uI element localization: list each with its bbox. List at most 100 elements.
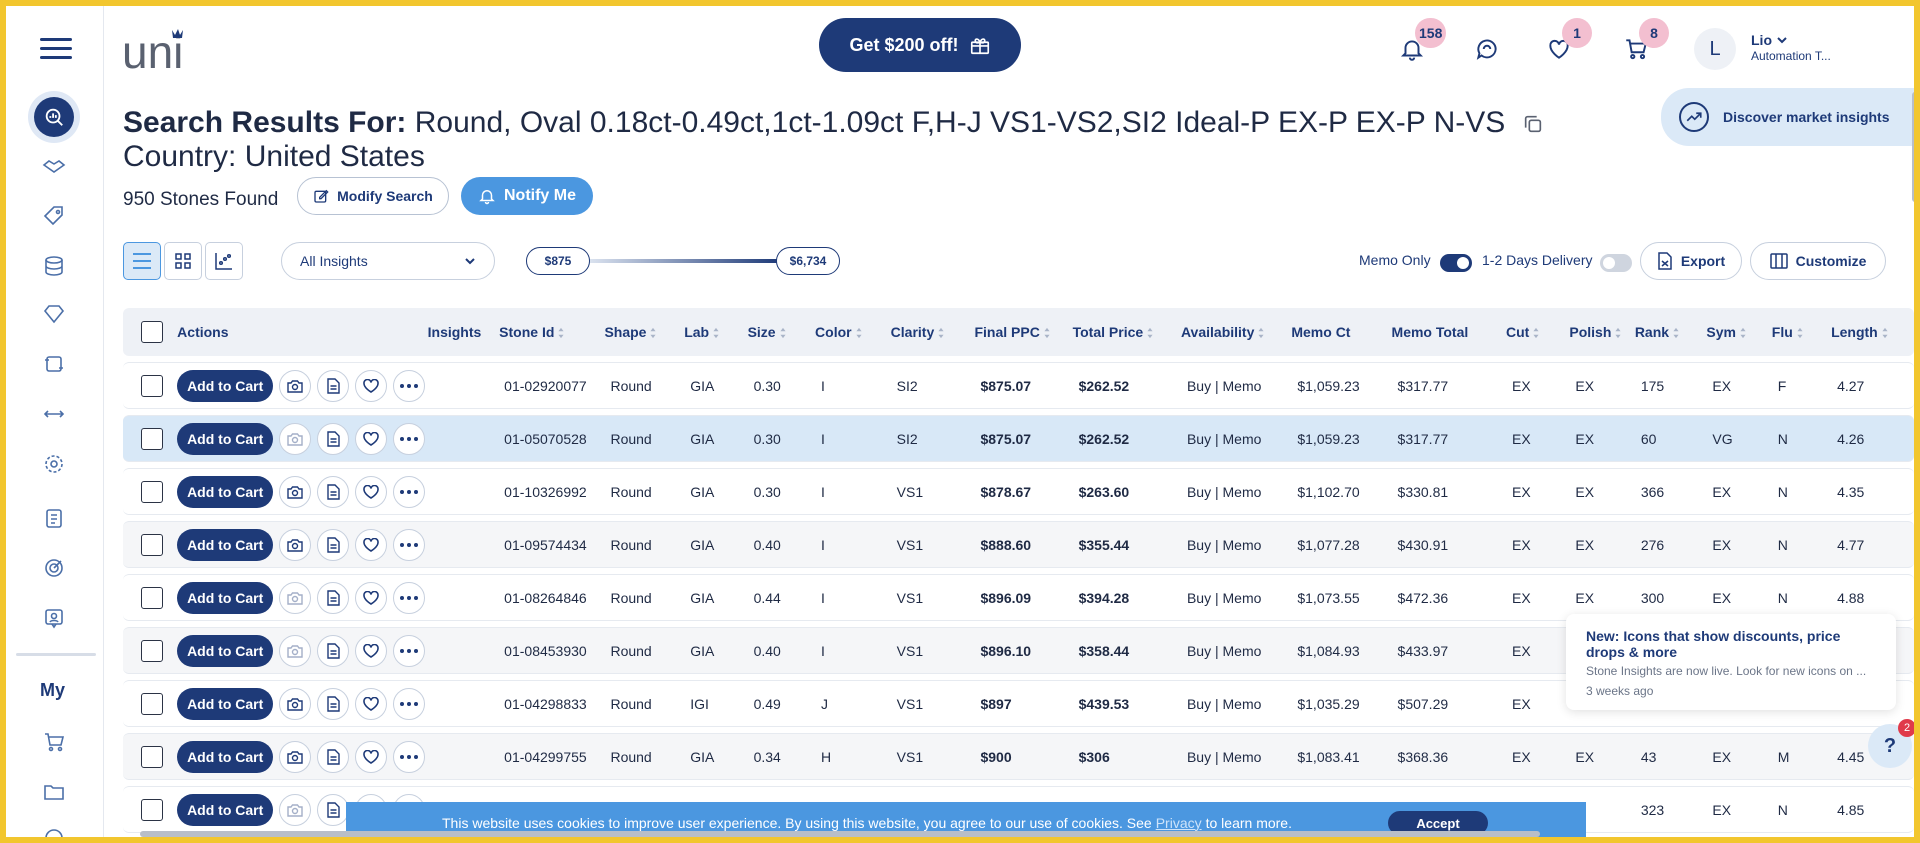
notify-me-button[interactable]: Notify Me [461,177,593,215]
add-to-cart-button[interactable]: Add to Cart [177,369,274,402]
table-row[interactable]: Add to Cart 01-04299755 Round GIA 0.34 H VS1 $9… [123,733,1914,780]
table-row[interactable]: Add to Cart 01-09574434 Round GIA 0.40 I VS1 $8… [123,521,1914,568]
header-size[interactable]: Size [747,308,816,356]
vertical-scrollbar[interactable] [1912,92,1914,202]
wishlist-button[interactable] [355,687,388,720]
wishlist-button[interactable] [355,740,388,773]
cart-icon[interactable] [42,730,66,754]
more-actions-button[interactable] [393,528,426,561]
insights-dropdown[interactable]: All Insights [281,242,495,280]
photo-button[interactable] [279,634,312,667]
diamond-icon[interactable] [42,302,66,326]
row-checkbox[interactable] [141,374,163,397]
target-icon[interactable] [42,556,66,580]
header-availability[interactable]: Availability [1180,308,1292,356]
row-checkbox[interactable] [141,745,163,768]
certificate-button[interactable] [317,634,350,667]
row-checkbox[interactable] [141,639,163,662]
row-checkbox[interactable] [141,533,163,556]
table-row[interactable]: Add to Cart 01-10326992 Round GIA 0.30 I VS1 $8… [123,468,1914,515]
settings-icon[interactable] [42,826,66,837]
header-cut[interactable]: Cut [1506,308,1570,356]
photo-button[interactable] [279,475,312,508]
certificate-button[interactable] [317,369,350,402]
add-to-cart-button[interactable]: Add to Cart [177,687,274,720]
database-icon[interactable] [42,254,66,278]
photo-button[interactable] [279,740,312,773]
settings-icon[interactable] [42,452,66,476]
table-row[interactable]: Add to Cart 01-02920077 Round GIA 0.30 I SI2 $8… [123,362,1914,409]
certificate-button[interactable] [317,422,350,455]
table-row[interactable]: Add to Cart 01-05070528 Round GIA 0.30 I SI2 $8… [123,415,1914,462]
certificate-button[interactable] [317,581,350,614]
more-actions-button[interactable] [393,475,426,508]
header-total-price[interactable]: Total Price [1072,308,1181,356]
price-max-handle[interactable]: $6,734 [776,247,840,275]
photo-button[interactable] [279,581,312,614]
add-to-cart-button[interactable]: Add to Cart [177,740,274,773]
memo-only-toggle[interactable] [1440,254,1472,272]
wishlist-button[interactable] [355,369,388,402]
photo-button[interactable] [279,793,312,826]
certificate-button[interactable] [317,687,350,720]
arrows-horizontal-icon[interactable] [42,402,66,426]
promo-button[interactable]: Get $200 off! [819,18,1021,72]
header-sym[interactable]: Sym [1706,308,1772,356]
certificate-button[interactable] [317,475,350,508]
grid-view-button[interactable] [164,242,202,280]
horizontal-scrollbar[interactable] [140,831,1540,837]
header-polish[interactable]: Polish [1569,308,1635,356]
handshake-icon[interactable] [42,154,66,178]
header-flu[interactable]: Flu [1771,308,1832,356]
header-stone-id[interactable]: Stone Id [499,308,605,356]
wishlist-button[interactable] [355,528,388,561]
crop-icon[interactable] [42,352,66,376]
certificate-button[interactable] [317,793,350,826]
more-actions-button[interactable] [393,422,426,455]
certificate-button[interactable] [317,740,350,773]
badge-icon[interactable] [42,606,66,630]
header-color[interactable]: Color [815,308,891,356]
more-actions-button[interactable] [393,687,426,720]
header-final-ppc[interactable]: Final PPC [974,308,1073,356]
add-to-cart-button[interactable]: Add to Cart [177,528,274,561]
header-shape[interactable]: Shape [604,308,685,356]
more-actions-button[interactable] [393,634,426,667]
market-insights-button[interactable]: Discover market insights [1661,88,1914,146]
certificate-button[interactable] [317,528,350,561]
add-to-cart-button[interactable]: Add to Cart [177,581,274,614]
customize-button[interactable]: Customize [1750,242,1886,280]
tag-icon[interactable] [42,204,66,228]
uni-logo[interactable]: uni [122,24,192,74]
price-min-handle[interactable]: $875 [526,247,590,275]
header-rank[interactable]: Rank [1634,308,1707,356]
more-actions-button[interactable] [393,740,426,773]
wishlist-button[interactable] [355,422,388,455]
add-to-cart-button[interactable]: Add to Cart [177,634,274,667]
list-view-button[interactable] [123,242,161,280]
photo-button[interactable] [279,422,312,455]
add-to-cart-button[interactable]: Add to Cart [177,475,274,508]
modify-search-button[interactable]: Modify Search [297,177,449,215]
photo-button[interactable] [279,369,312,402]
menu-icon[interactable] [40,38,72,60]
add-to-cart-button[interactable]: Add to Cart [177,422,274,455]
row-checkbox[interactable] [141,586,163,609]
wishlist-button[interactable] [355,581,388,614]
photo-button[interactable] [279,687,312,720]
wishlist-button[interactable] [355,475,388,508]
price-range-slider[interactable]: $875 $6,734 [520,244,840,278]
header-clarity[interactable]: Clarity [890,308,975,356]
row-checkbox[interactable] [141,427,163,450]
header-length[interactable]: Length [1831,308,1914,356]
refresh-chat-icon[interactable] [1474,36,1500,62]
row-checkbox[interactable] [141,798,163,821]
wishlist-button[interactable] [355,634,388,667]
avatar[interactable]: L [1694,28,1736,70]
select-all-checkbox[interactable] [141,321,163,343]
privacy-link[interactable]: Privacy [1156,815,1202,831]
add-to-cart-button[interactable]: Add to Cart [177,793,274,826]
folder-icon[interactable] [42,780,66,804]
export-button[interactable]: Export [1640,242,1742,280]
user-menu[interactable]: Lio [1751,32,1788,48]
